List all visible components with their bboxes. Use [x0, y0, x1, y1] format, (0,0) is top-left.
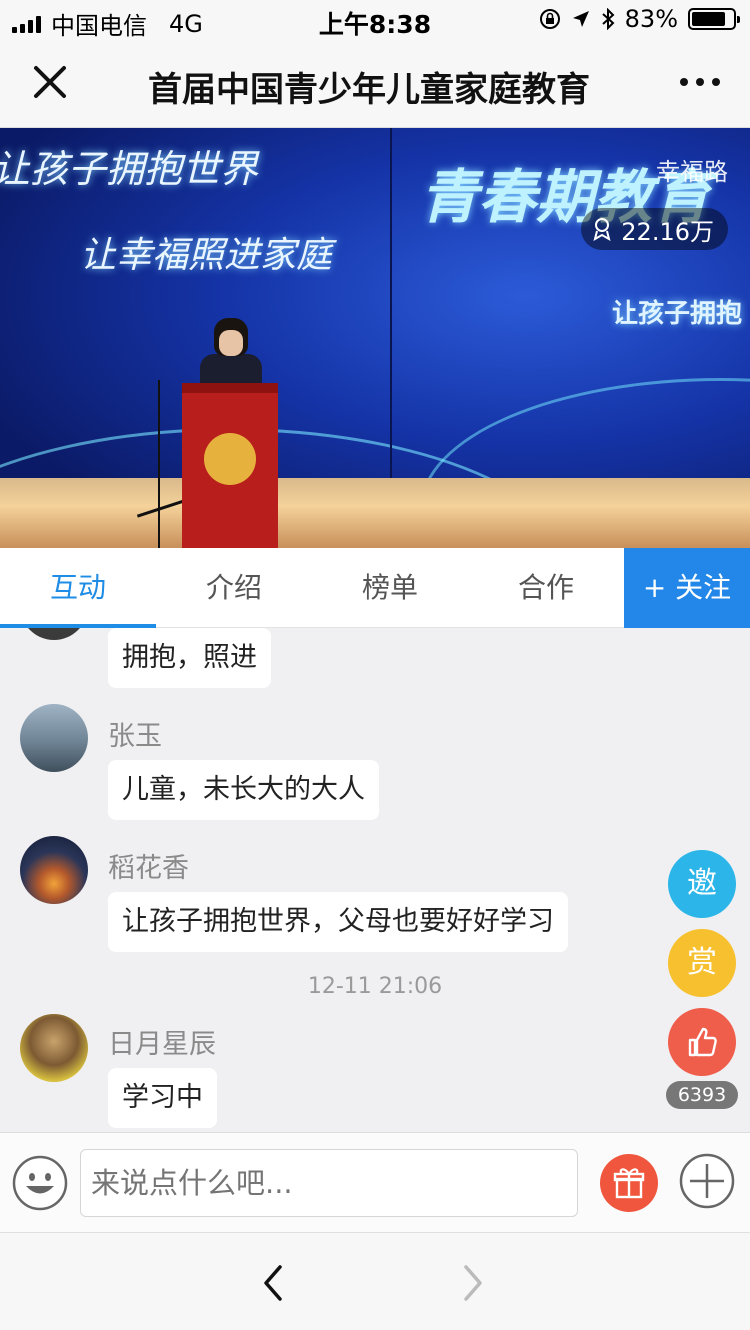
tab-introduction[interactable]: 介绍: [156, 548, 312, 628]
username: 张玉: [108, 721, 162, 752]
gift-button[interactable]: [600, 1154, 658, 1212]
location-icon: [572, 11, 589, 27]
avatar[interactable]: [20, 836, 88, 904]
message-bubble: 拥抱，照进: [108, 628, 271, 688]
message-timestamp: 12-11 21:06: [307, 974, 443, 999]
banner-text-left-2: 让幸福照进家庭: [80, 235, 333, 276]
bluetooth-icon: [601, 8, 615, 30]
like-count: 6393: [666, 1081, 738, 1109]
channel-watermark: 幸福路: [656, 158, 728, 186]
viewer-count: 22.16万: [621, 217, 714, 246]
live-video-player[interactable]: 让孩子拥抱世界 让幸福照进家庭 青春期教育 让孩子拥抱 幸福路 22.16万: [0, 128, 750, 548]
banner-text-right-2: 让孩子拥抱: [612, 299, 743, 329]
reward-button[interactable]: 赏: [668, 929, 736, 997]
battery-percent: 83%: [624, 5, 678, 33]
avatar[interactable]: [20, 628, 88, 640]
plus-icon[interactable]: [678, 1152, 736, 1210]
back-arrow-icon[interactable]: [258, 1263, 288, 1303]
avatar[interactable]: [20, 1014, 88, 1082]
tab-interaction[interactable]: 互动: [0, 548, 156, 628]
username: 日月星辰: [108, 1029, 216, 1060]
message-bubble: 让孩子拥抱世界，父母也要好好学习: [108, 892, 568, 952]
username: 稻花香: [108, 853, 189, 884]
chat-list[interactable]: 拥抱，照进 张玉 儿童，未长大的大人 稻花香 让孩子拥抱世界，父母也要好好学习 …: [0, 628, 750, 1132]
close-icon[interactable]: [30, 62, 70, 102]
viewer-count-badge: 22.16万: [581, 208, 728, 250]
podium: [182, 383, 278, 548]
navigation-bar: 首届中国青少年儿童家庭教育: [0, 40, 750, 128]
status-bar: 中国电信 4G 上午8:38 83%: [0, 0, 750, 40]
microphone-stand: [158, 380, 160, 548]
banner-text-left-1: 让孩子拥抱世界: [0, 147, 259, 191]
emoji-icon[interactable]: [12, 1155, 68, 1211]
follow-button[interactable]: + 关注: [624, 548, 750, 628]
stage-floor: [0, 478, 750, 548]
invite-button[interactable]: 邀: [668, 850, 736, 918]
gift-icon: [613, 1168, 645, 1199]
avatar[interactable]: [20, 704, 88, 772]
comment-input[interactable]: [80, 1149, 578, 1217]
browser-toolbar: [0, 1232, 750, 1330]
battery-icon: [688, 8, 740, 30]
comment-bar: [0, 1132, 750, 1232]
tab-cooperation[interactable]: 合作: [468, 548, 624, 628]
thumbs-up-icon: [688, 1027, 717, 1057]
page-title: 首届中国青少年儿童家庭教育: [148, 70, 590, 110]
rotation-lock-icon: [539, 9, 560, 29]
tab-bar: 互动 介绍 榜单 合作 + 关注: [0, 548, 750, 628]
tab-leaderboard[interactable]: 榜单: [312, 548, 468, 628]
like-button[interactable]: [668, 1008, 736, 1076]
viewer-icon: [593, 218, 611, 241]
forward-arrow-icon[interactable]: [458, 1263, 488, 1303]
message-bubble: 儿童，未长大的大人: [108, 760, 379, 820]
message-bubble: 学习中: [108, 1068, 217, 1128]
more-options-icon[interactable]: [680, 78, 720, 86]
